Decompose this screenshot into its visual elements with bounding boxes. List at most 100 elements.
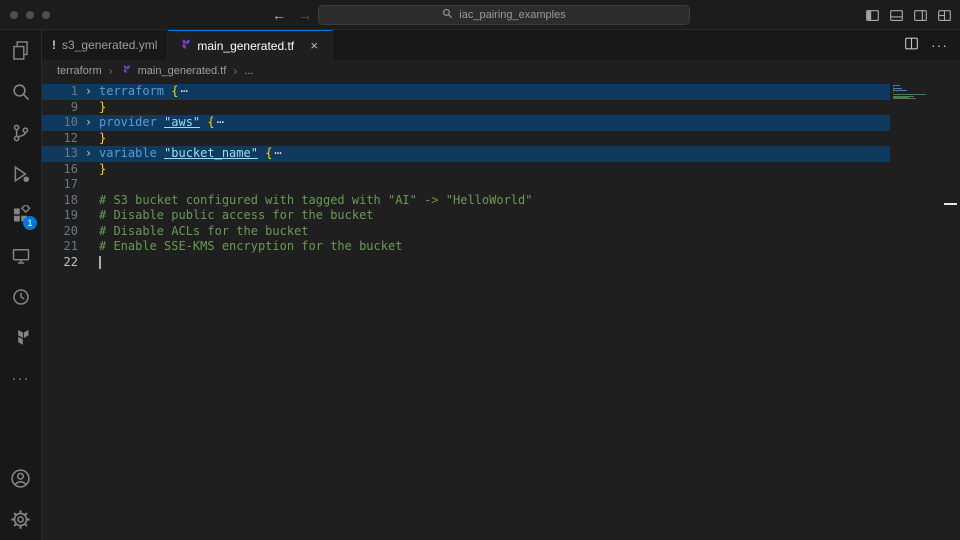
chevron-right-icon: › [109,64,113,78]
terraform-file-icon [178,38,191,54]
code-text: # Disable ACLs for the bucket [99,224,890,240]
tab-s3-generated-yml[interactable]: ! s3_generated.yml [42,30,168,60]
additional-views-icon[interactable]: ··· [0,358,41,399]
line-number[interactable]: 10 [42,115,78,131]
line-number[interactable]: 18 [42,193,78,209]
window-close-button[interactable] [10,11,18,19]
code-line-20[interactable]: 20 # Disable ACLs for the bucket [42,224,890,240]
line-number[interactable]: 13 [42,146,78,162]
forward-arrow-icon[interactable]: → [298,7,312,23]
layout-controls [865,0,952,30]
code-line-18[interactable]: 18 # S3 bucket configured with tagged wit… [42,193,890,209]
line-number[interactable]: 16 [42,162,78,178]
source-control-icon[interactable] [0,112,41,153]
line-number[interactable]: 22 [42,255,78,271]
line-number[interactable]: 19 [42,208,78,224]
more-actions-icon[interactable]: ··· [931,37,948,53]
breadcrumb-more[interactable]: ... [244,65,253,77]
code-text: } [99,131,890,147]
back-arrow-icon[interactable]: ← [272,7,286,23]
split-editor-icon[interactable] [904,36,919,54]
run-debug-icon[interactable] [0,153,41,194]
fold-chevron-icon[interactable]: › [78,146,99,162]
breadcrumb-file[interactable]: main_generated.tf [138,65,227,77]
extensions-badge: 1 [23,216,37,230]
overview-ruler-marker[interactable] [944,203,957,205]
fold-gutter [78,255,99,271]
code-line-21[interactable]: 21 # Enable SSE-KMS encryption for the bu… [42,239,890,255]
code-line-9[interactable]: 9} [42,100,890,116]
code-line-10[interactable]: 10›provider "aws" {⋯ [42,115,890,131]
history-nav: ← → [272,0,312,30]
fold-chevron-icon[interactable]: › [78,84,99,100]
tab-label: s3_generated.yml [62,38,157,52]
line-number[interactable]: 17 [42,177,78,193]
window-minimize-button[interactable] [26,11,34,19]
explorer-icon[interactable] [0,30,41,71]
account-icon[interactable] [0,458,41,499]
vscode-window: ← → iac_pairing_examples [0,0,960,540]
activity-bar: 1 ··· [0,30,42,540]
fold-chevron-icon[interactable]: › [78,115,99,131]
yaml-file-icon: ! [52,38,56,52]
code-line-22[interactable]: 22 [42,255,890,271]
fold-gutter [78,100,99,116]
chevron-right-icon: › [233,64,237,78]
search-text: iac_pairing_examples [459,9,565,21]
code-line-1[interactable]: 1›terraform {⋯ [42,84,890,100]
close-tab-icon[interactable]: × [306,38,322,53]
breadcrumb: terraform › main_generated.tf › ... [42,60,960,81]
minimap[interactable] [893,85,960,101]
command-center-search[interactable]: iac_pairing_examples [318,5,690,25]
fold-gutter [78,224,99,240]
code-lines: 1›terraform {⋯9}10›provider "aws" {⋯12}1… [42,84,960,270]
toggle-panel-icon[interactable] [889,8,904,23]
fold-gutter [78,177,99,193]
remote-explorer-icon[interactable] [0,235,41,276]
toggle-secondary-sidebar-icon[interactable] [913,8,928,23]
settings-gear-icon[interactable] [0,499,41,540]
code-text: # S3 bucket configured with tagged with … [99,193,890,209]
code-text: terraform {⋯ [99,84,890,100]
workbench: 1 ··· [0,30,960,540]
code-text [99,177,890,193]
customize-layout-icon[interactable] [937,8,952,23]
line-number[interactable]: 1 [42,84,78,100]
fold-gutter [78,193,99,209]
search-icon [442,8,453,22]
breadcrumb-folder[interactable]: terraform [57,65,102,77]
window-zoom-button[interactable] [42,11,50,19]
line-number[interactable]: 20 [42,224,78,240]
code-line-16[interactable]: 16} [42,162,890,178]
code-text: variable "bucket_name" {⋯ [99,146,890,162]
fold-gutter [78,239,99,255]
code-text: # Enable SSE-KMS encryption for the buck… [99,239,890,255]
search-sidebar-icon[interactable] [0,71,41,112]
code-text [99,255,890,271]
code-text: # Disable public access for the bucket [99,208,890,224]
code-text: } [99,162,890,178]
line-number[interactable]: 12 [42,131,78,147]
extensions-icon[interactable]: 1 [0,194,41,235]
fold-gutter [78,208,99,224]
timeline-clock-icon[interactable] [0,276,41,317]
toggle-sidebar-icon[interactable] [865,8,880,23]
terraform-sidebar-icon[interactable] [0,317,41,358]
code-line-12[interactable]: 12} [42,131,890,147]
title-bar: ← → iac_pairing_examples [0,0,960,30]
fold-gutter [78,131,99,147]
line-number[interactable]: 9 [42,100,78,116]
code-editor[interactable]: 1›terraform {⋯9}10›provider "aws" {⋯12}1… [42,81,960,540]
terraform-file-icon [120,64,131,78]
window-controls [10,11,50,19]
tab-main-generated-tf[interactable]: main_generated.tf × [168,30,333,60]
code-line-13[interactable]: 13›variable "bucket_name" {⋯ [42,146,890,162]
tab-label: main_generated.tf [197,39,294,53]
editor-group: ! s3_generated.yml main_generated.tf × [42,30,960,540]
code-line-19[interactable]: 19 # Disable public access for the bucket [42,208,890,224]
line-number[interactable]: 21 [42,239,78,255]
code-text: provider "aws" {⋯ [99,115,890,131]
code-line-17[interactable]: 17 [42,177,890,193]
editor-actions: ··· [904,30,960,60]
fold-gutter [78,162,99,178]
